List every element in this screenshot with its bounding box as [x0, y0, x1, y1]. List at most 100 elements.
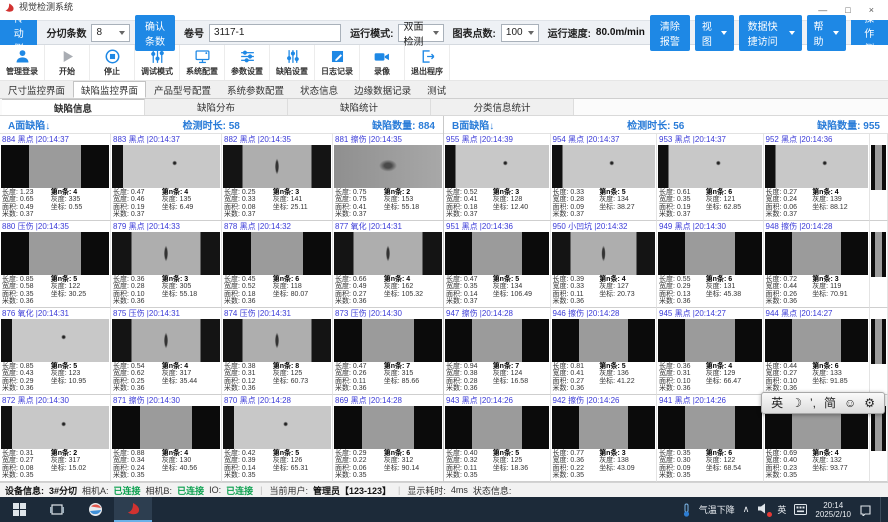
sub-tab-1[interactable]: 缺陷分布: [145, 99, 288, 115]
action-button-8[interactable]: 录像: [360, 45, 405, 80]
defect-cell[interactable]: 950 小凹坑 |20:14:32长度: 0.39宽度: 0.33面积: 0.1…: [551, 221, 658, 308]
defect-cell[interactable]: 876 氧化 |20:14:31长度: 0.85宽度: 0.43面积: 0.29…: [0, 308, 111, 395]
minimize-button[interactable]: —: [818, 6, 827, 15]
defect-image[interactable]: [552, 319, 656, 362]
defect-cell[interactable]: 875 压伤 |20:14:31长度: 0.54宽度: 0.62面积: 0.25…: [111, 308, 222, 395]
action-button-3[interactable]: 调试模式: [135, 45, 180, 80]
main-tab-3[interactable]: 系统参数配置: [219, 81, 292, 98]
defect-image[interactable]: [223, 232, 331, 275]
start-button[interactable]: [0, 497, 38, 522]
panel-a-title[interactable]: A面缺陷↓: [8, 117, 50, 132]
defect-cell[interactable]: 951 黑点 |20:14:36长度: 0.47宽度: 0.35面积: 0.14…: [444, 221, 551, 308]
defect-image[interactable]: [552, 145, 656, 188]
defect-image[interactable]: [658, 319, 762, 362]
defect-image[interactable]: [334, 319, 442, 362]
defect-image[interactable]: [1, 319, 109, 362]
defect-image[interactable]: [112, 319, 220, 362]
quick-access-menu-button[interactable]: 数据快捷访问: [739, 15, 802, 51]
defect-image[interactable]: [445, 319, 549, 362]
defect-image[interactable]: [112, 406, 220, 449]
action-button-7[interactable]: 日志记录: [315, 45, 360, 80]
sub-tab-0[interactable]: 缺陷信息: [2, 99, 145, 115]
defect-cell[interactable]: 946 擦伤 |20:14:28长度: 0.81宽度: 0.41面积: 0.27…: [551, 308, 658, 395]
panel-b-title[interactable]: B面缺陷↓: [452, 117, 494, 132]
action-button-1[interactable]: 开始: [45, 45, 90, 80]
defect-cell[interactable]: 881 擦伤 |20:14:35长度: 0.75宽度: 0.75面积: 0.41…: [333, 134, 444, 221]
ime-moon-icon[interactable]: ☽: [791, 393, 802, 413]
action-button-6[interactable]: 缺陷设置: [270, 45, 315, 80]
ime-keyboard-icon[interactable]: [794, 504, 807, 515]
defect-image[interactable]: [552, 232, 656, 275]
defect-image[interactable]: [658, 232, 762, 275]
ime-simplified[interactable]: 简: [824, 393, 836, 413]
strip-count-select[interactable]: 8: [91, 24, 130, 42]
browser-app-button[interactable]: [76, 497, 114, 522]
chart-points-select[interactable]: 100: [501, 24, 539, 42]
task-view-button[interactable]: [38, 497, 76, 522]
defect-image[interactable]: [334, 145, 442, 188]
defect-image[interactable]: [223, 145, 331, 188]
run-mode-select[interactable]: 双面检测: [398, 24, 443, 42]
defect-cell[interactable]: 955 黑点 |20:14:39长度: 0.52宽度: 0.41面积: 0.18…: [444, 134, 551, 221]
defect-image[interactable]: [765, 319, 869, 362]
notification-icon[interactable]: [859, 504, 872, 516]
ime-settings-gear-icon[interactable]: ⚙: [864, 393, 875, 413]
defect-image[interactable]: [112, 232, 220, 275]
main-tab-0[interactable]: 尺寸监控界面: [0, 81, 73, 98]
action-button-2[interactable]: 停止: [90, 45, 135, 80]
defect-cell[interactable]: 884 黑点 |20:14:37长度: 1.23宽度: 0.65面积: 0.49…: [0, 134, 111, 221]
defect-image[interactable]: [223, 406, 331, 449]
defect-image[interactable]: [445, 145, 549, 188]
sub-tab-3[interactable]: 分类信息统计: [431, 99, 574, 115]
defect-cell[interactable]: 949 黑点 |20:14:30长度: 0.55宽度: 0.29面积: 0.13…: [657, 221, 764, 308]
sub-tab-2[interactable]: 缺陷统计: [288, 99, 431, 115]
inspection-app-button[interactable]: [114, 497, 152, 522]
defect-image[interactable]: [765, 145, 869, 188]
defect-image[interactable]: [552, 406, 656, 449]
action-button-9[interactable]: 退出程序: [405, 45, 450, 80]
defect-image[interactable]: [334, 406, 442, 449]
show-desktop-button[interactable]: [880, 497, 885, 522]
defect-cell[interactable]: 870 黑点 |20:14:28长度: 0.42宽度: 0.39面积: 0.14…: [222, 395, 333, 482]
defect-cell[interactable]: 882 黑点 |20:14:35长度: 0.25宽度: 0.33面积: 0.08…: [222, 134, 333, 221]
defect-cell[interactable]: 941 黑点 |20:14:26长度: 0.35宽度: 0.30面积: 0.09…: [657, 395, 764, 482]
main-tab-5[interactable]: 边缘数据记录: [346, 81, 419, 98]
view-menu-button[interactable]: 视图: [695, 15, 734, 51]
defect-image[interactable]: [1, 406, 109, 449]
main-tab-1[interactable]: 缺陷监控界面: [73, 81, 146, 98]
defect-image[interactable]: [334, 232, 442, 275]
defect-cell[interactable]: 944 黑点 |20:14:27长度: 0.44宽度: 0.27面积: 0.10…: [764, 308, 871, 395]
help-menu-button[interactable]: 帮助: [807, 15, 846, 51]
defect-cell[interactable]: 869 黑点 |20:14:28长度: 0.29宽度: 0.22面积: 0.06…: [333, 395, 444, 482]
defect-image[interactable]: [658, 406, 762, 449]
defect-cell[interactable]: 953 黑点 |20:14:37长度: 0.61宽度: 0.35面积: 0.19…: [657, 134, 764, 221]
defect-image[interactable]: [445, 232, 549, 275]
defect-cell[interactable]: 873 压伤 |20:14:30长度: 0.47宽度: 0.26面积: 0.11…: [333, 308, 444, 395]
defect-cell[interactable]: 948 擦伤 |20:14:28长度: 0.72宽度: 0.44面积: 0.26…: [764, 221, 871, 308]
action-button-0[interactable]: 管理登录: [0, 45, 45, 80]
main-tab-6[interactable]: 测试: [419, 81, 454, 98]
thermometer-icon[interactable]: [682, 503, 691, 517]
weather-text[interactable]: 气温下降: [699, 503, 735, 516]
defect-image[interactable]: [112, 145, 220, 188]
action-button-5[interactable]: 参数设置: [225, 45, 270, 80]
ime-emoji-icon[interactable]: ☺: [844, 393, 856, 413]
defect-cell[interactable]: 947 擦伤 |20:14:28长度: 0.94宽度: 0.38面积: 0.28…: [444, 308, 551, 395]
defect-image[interactable]: [1, 145, 109, 188]
defect-cell[interactable]: 878 黑点 |20:14:32长度: 0.45宽度: 0.52面积: 0.18…: [222, 221, 333, 308]
defect-image[interactable]: [658, 145, 762, 188]
main-tab-2[interactable]: 产品型号配置: [146, 81, 219, 98]
main-tab-4[interactable]: 状态信息: [292, 81, 346, 98]
defect-cell[interactable]: 945 黑点 |20:14:27长度: 0.36宽度: 0.31面积: 0.10…: [657, 308, 764, 395]
defect-cell[interactable]: 943 黑点 |20:14:26长度: 0.40宽度: 0.32面积: 0.11…: [444, 395, 551, 482]
defect-cell[interactable]: 877 氧化 |20:14:31长度: 0.66宽度: 0.49面积: 0.27…: [333, 221, 444, 308]
defect-cell[interactable]: 879 黑点 |20:14:33长度: 0.36宽度: 0.28面积: 0.10…: [111, 221, 222, 308]
clear-alarm-button[interactable]: 清除报警: [650, 15, 690, 51]
defect-image[interactable]: [445, 406, 549, 449]
operation-side-button[interactable]: 操作侧: [851, 20, 888, 45]
clock[interactable]: 20:14 2025/2/10: [815, 501, 851, 519]
speaker-button[interactable]: [757, 503, 769, 516]
maximize-button[interactable]: □: [845, 6, 850, 15]
defect-image[interactable]: [223, 319, 331, 362]
defect-cell[interactable]: 871 擦伤 |20:14:30长度: 0.88宽度: 0.34面积: 0.24…: [111, 395, 222, 482]
